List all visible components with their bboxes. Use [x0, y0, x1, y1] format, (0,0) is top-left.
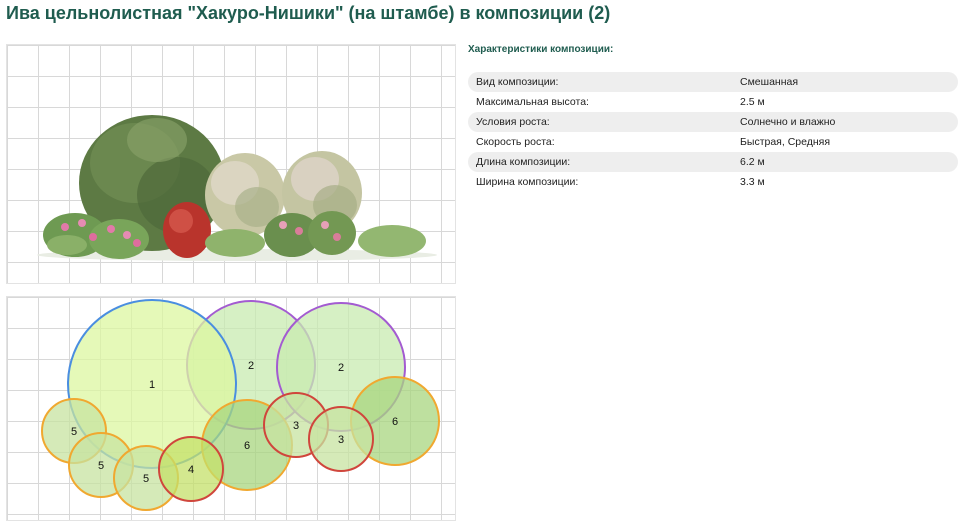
- spec-value: 3.3 м: [740, 176, 765, 188]
- spec-label: Максимальная высота:: [476, 96, 589, 108]
- spec-row: Условия роста: Солнечно и влажно: [468, 112, 958, 132]
- spec-label: Ширина композиции:: [476, 176, 579, 188]
- plant-number-label: 6: [244, 440, 250, 452]
- spec-value: Смешанная: [734, 72, 958, 92]
- plant-number-label: 3: [293, 420, 299, 432]
- composition-illustration: [6, 44, 456, 284]
- plant-number-label: 4: [188, 464, 194, 476]
- plant-number-label: 3: [338, 434, 344, 446]
- spec-row: Длина композиции: 6.2 м: [468, 152, 958, 172]
- spec-label: Условия роста:: [468, 112, 734, 132]
- page-title: Ива цельнолистная "Хакуро-Нишики" (на шт…: [6, 3, 611, 23]
- spec-value: 2.5 м: [740, 96, 765, 108]
- plant-number-label: 2: [338, 362, 344, 374]
- planting-plan-diagram: 2 2 1 5 5 5 6 6 3 3 4: [41, 299, 440, 511]
- spec-label: Скорость роста:: [476, 136, 555, 148]
- plant-number-label: 2: [248, 360, 254, 372]
- spec-row: Вид композиции: Смешанная: [468, 72, 958, 92]
- spec-row: Скорость роста: Быстрая, Средняя: [468, 132, 958, 152]
- spec-value: Быстрая, Средняя: [740, 136, 831, 148]
- spec-row: Максимальная высота: 2.5 м: [468, 92, 958, 112]
- specs-table: Вид композиции: Смешанная Максимальная выс…: [468, 72, 958, 192]
- red-shrub: [163, 202, 211, 258]
- plant-number-label: 1: [149, 379, 155, 391]
- spec-label: Вид композиции:: [468, 72, 734, 92]
- plant-number-label: 5: [98, 460, 104, 472]
- plant-number-label: 6: [392, 416, 398, 428]
- spec-value: Солнечно и влажно: [734, 112, 958, 132]
- spec-value: 6.2 м: [734, 152, 958, 172]
- plant-number-label: 5: [143, 473, 149, 485]
- spec-row: Ширина композиции: 3.3 м: [468, 172, 958, 192]
- spec-label: Длина композиции:: [468, 152, 734, 172]
- specs-heading: Характеристики композиции:: [468, 44, 614, 55]
- plants-illustration: [37, 115, 437, 261]
- planting-plan: 2 2 1 5 5 5 6 6 3 3 4: [6, 296, 456, 521]
- plant-number-label: 5: [71, 426, 77, 438]
